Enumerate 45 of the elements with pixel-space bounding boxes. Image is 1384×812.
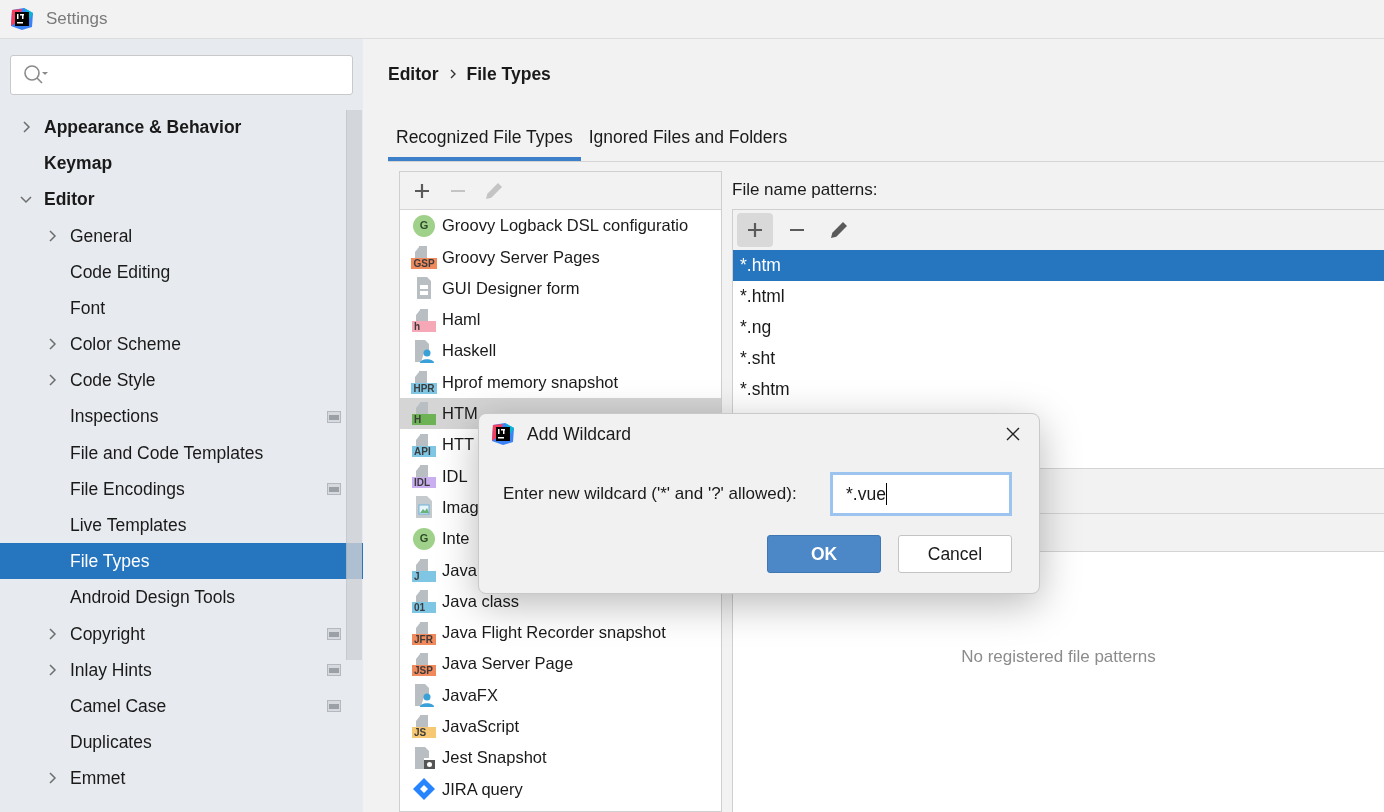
file-type-label: Groovy Server Pages bbox=[442, 246, 600, 268]
empty-state-text: No registered file patterns bbox=[961, 646, 1156, 669]
sidebar-item-label: Emmet bbox=[70, 767, 126, 791]
dialog-title: Add Wildcard bbox=[527, 422, 633, 446]
window-title: Settings bbox=[46, 8, 108, 31]
sidebar-item-label: Appearance & Behavior bbox=[44, 115, 242, 139]
sidebar-item-label: Font bbox=[70, 296, 106, 320]
file-type-label: GUI Designer form bbox=[442, 277, 580, 299]
sidebar-item-label: Editor bbox=[44, 188, 95, 212]
sidebar-item-label: Camel Case bbox=[70, 694, 167, 718]
sidebar-item-label: Inspections bbox=[70, 405, 159, 429]
sidebar-item-label: Android Design Tools bbox=[70, 586, 236, 610]
sidebar-item-label: Live Templates bbox=[70, 514, 187, 538]
sidebar-item-label: Code Editing bbox=[70, 260, 171, 284]
file-type-label: Hprof memory snapshot bbox=[442, 371, 619, 393]
file-type-label: Haml bbox=[442, 309, 481, 331]
sidebar-item-label: File Encodings bbox=[70, 477, 185, 501]
file-type-label: Java Flight Recorder snapshot bbox=[442, 622, 666, 644]
sidebar-item-label: File Types bbox=[70, 550, 150, 574]
file-type-label: HTM bbox=[442, 403, 478, 425]
file-type-label: HTT bbox=[442, 434, 475, 456]
sidebar-item-label: Inlay Hints bbox=[70, 658, 152, 682]
sidebar-item-label: File and Code Templates bbox=[70, 441, 264, 465]
file-type-icon: G bbox=[413, 214, 435, 237]
sidebar-item-label: Duplicates bbox=[70, 731, 152, 755]
file-type-label: Haskell bbox=[442, 340, 497, 362]
file-type-icon: G bbox=[413, 527, 435, 550]
sidebar-item-label: Copyright bbox=[70, 622, 145, 646]
file-type-label: IDL bbox=[442, 465, 468, 487]
file-type-label: JavaScript bbox=[442, 716, 520, 737]
sidebar-item-label: Color Scheme bbox=[70, 333, 181, 357]
sidebar-item-label: Code Style bbox=[70, 369, 156, 393]
sidebar-item-label: Keymap bbox=[44, 152, 113, 176]
file-type-label: Imag bbox=[442, 496, 479, 518]
patterns-label: File name patterns: bbox=[732, 179, 879, 202]
file-type-label: JavaFX bbox=[442, 684, 498, 706]
file-type-label: Groovy Logback DSL configuratio bbox=[442, 215, 689, 237]
wildcard-label: Enter new wildcard ('*' and '?' allowed): bbox=[503, 483, 798, 506]
file-type-label: Java bbox=[442, 559, 477, 581]
sidebar-item-label: General bbox=[70, 224, 133, 248]
file-type-label: Jest Snapshot bbox=[442, 747, 547, 769]
file-type-label: JIRA query bbox=[442, 778, 523, 800]
file-type-label: Inte bbox=[442, 528, 470, 550]
file-type-label: Java Server Page bbox=[442, 653, 574, 675]
file-type-label: Java class bbox=[442, 590, 520, 612]
